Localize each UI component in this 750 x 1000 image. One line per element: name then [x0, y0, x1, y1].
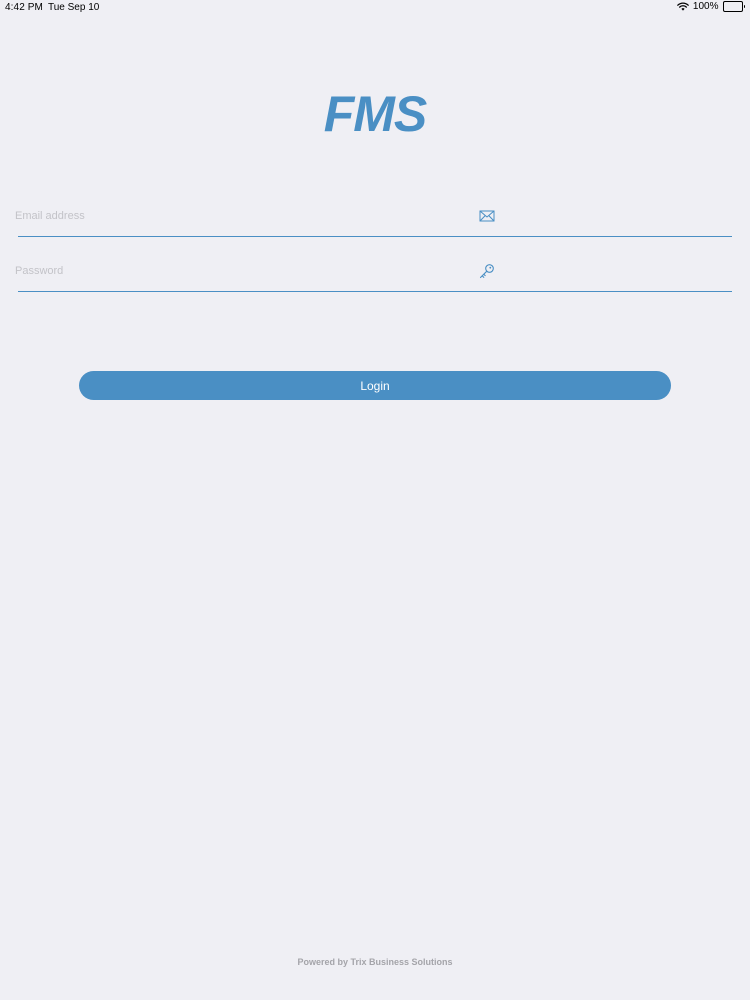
email-field	[15, 196, 732, 237]
footer-credit: Powered by Trix Business Solutions	[297, 957, 453, 967]
email-input[interactable]	[15, 204, 455, 228]
envelope-icon	[479, 208, 495, 224]
status-date: Tue Sep 10	[48, 2, 100, 13]
battery-icon	[722, 1, 745, 12]
status-indicators: 100%	[677, 1, 745, 12]
status-bar: 4:42 PM Tue Sep 10 100%	[0, 0, 750, 16]
password-field	[15, 251, 732, 292]
password-input[interactable]	[15, 259, 455, 283]
status-time: 4:42 PM	[5, 2, 43, 13]
login-button[interactable]: Login	[79, 371, 671, 400]
key-icon	[479, 263, 495, 279]
wifi-icon	[677, 2, 689, 11]
battery-percent: 100%	[692, 1, 719, 12]
app-title: FMS	[323, 86, 428, 142]
